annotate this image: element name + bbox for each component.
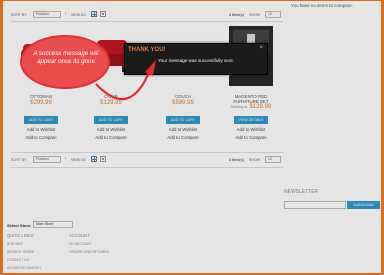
annotation-arrow-icon xyxy=(95,60,156,101)
